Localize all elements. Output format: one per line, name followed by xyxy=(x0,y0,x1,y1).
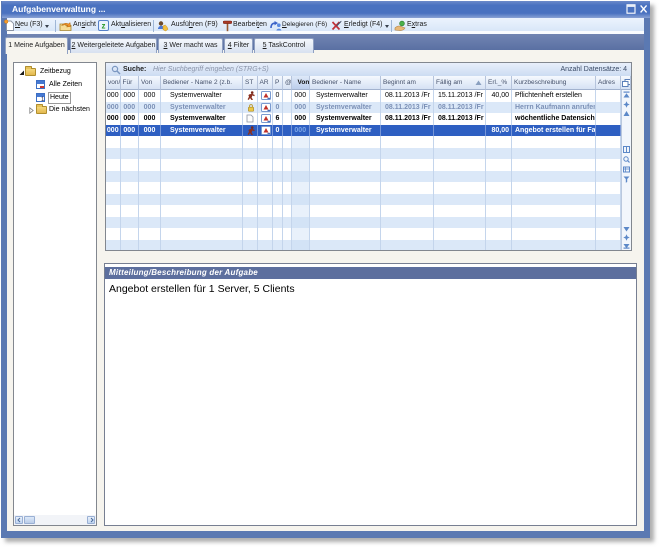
svg-text:z: z xyxy=(102,22,106,31)
